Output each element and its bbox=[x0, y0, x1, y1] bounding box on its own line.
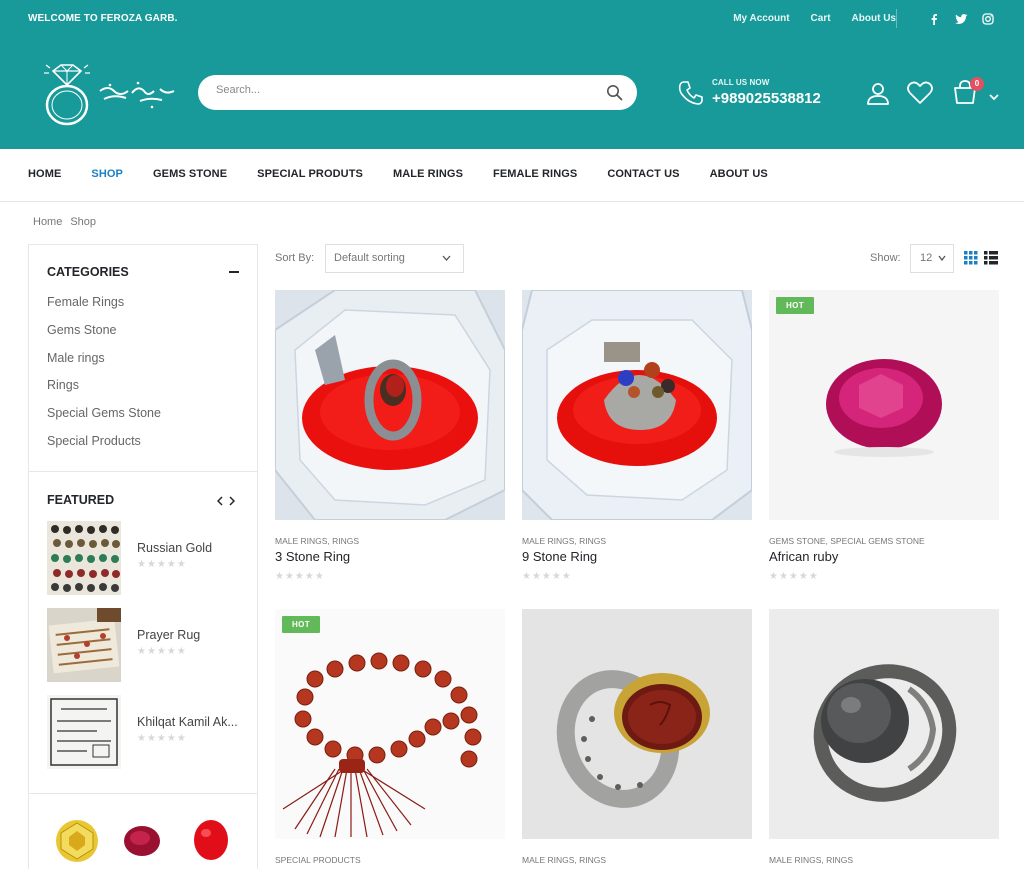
sidebar: CATEGORIES Female Rings Gems Stone Male … bbox=[28, 244, 258, 869]
featured-thumbnail[interactable] bbox=[47, 695, 121, 769]
category-special-gems-stone[interactable]: Special Gems Stone bbox=[47, 406, 161, 434]
category-special-products[interactable]: Special Products bbox=[47, 434, 161, 462]
category-female-rings[interactable]: Female Rings bbox=[47, 295, 161, 323]
nav-item-shop[interactable]: SHOP bbox=[91, 168, 123, 180]
product-name[interactable]: 3 Stone Ring bbox=[275, 549, 350, 564]
twitter-icon[interactable] bbox=[955, 12, 968, 25]
nav-item-special-products[interactable]: SPECIAL PRODUTS bbox=[257, 168, 363, 180]
hot-badge: HOT bbox=[776, 297, 815, 314]
nav-item-female-rings[interactable]: FEMALE RINGS bbox=[493, 168, 577, 180]
phone-number[interactable]: +989025538812 bbox=[712, 90, 821, 107]
phone-icon bbox=[678, 79, 706, 107]
category-list: Female Rings Gems Stone Male rings Rings… bbox=[47, 295, 161, 462]
cart-count-badge: 0 bbox=[970, 77, 984, 91]
product-categories[interactable]: MALE RINGS, RINGS bbox=[522, 855, 606, 865]
hot-badge: HOT bbox=[282, 616, 321, 633]
category-gems-stone[interactable]: Gems Stone bbox=[47, 323, 161, 351]
chevron-down-icon bbox=[442, 255, 451, 261]
rating-stars: ★★★★★ bbox=[137, 646, 187, 657]
featured-name[interactable]: Russian Gold bbox=[137, 541, 245, 555]
nav-item-contact-us[interactable]: CONTACT US bbox=[607, 168, 679, 180]
show-count-select[interactable]: 12 bbox=[910, 244, 954, 273]
show-count-value: 12 bbox=[920, 252, 933, 264]
main-nav: HOME SHOP GEMS STONE SPECIAL PRODUTS MAL… bbox=[0, 149, 1024, 202]
instagram-icon[interactable] bbox=[982, 12, 994, 25]
show-label: Show: bbox=[870, 252, 901, 264]
chevron-right-icon bbox=[229, 496, 236, 506]
search-input[interactable] bbox=[216, 84, 586, 96]
featured-title: FEATURED bbox=[47, 493, 115, 507]
nav-item-gems-stone[interactable]: GEMS STONE bbox=[153, 168, 227, 180]
product-image[interactable] bbox=[275, 290, 505, 520]
product-categories[interactable]: GEMS STONE, SPECIAL GEMS STONE bbox=[769, 536, 925, 546]
product-image[interactable]: HOT bbox=[275, 609, 505, 839]
nav-item-home[interactable]: HOME bbox=[28, 168, 61, 180]
featured-nav-arrows bbox=[216, 494, 236, 509]
yellow-gem-image[interactable] bbox=[55, 819, 99, 863]
product-categories[interactable]: MALE RINGS, RINGS bbox=[522, 536, 606, 546]
featured-name[interactable]: Khilqat Kamil Ak... bbox=[137, 715, 245, 729]
sort-select-value: Default sorting bbox=[334, 252, 405, 264]
user-icon[interactable] bbox=[866, 81, 890, 105]
product-name[interactable]: African ruby bbox=[769, 549, 838, 564]
rating-stars: ★★★★★ bbox=[137, 733, 187, 744]
product-image[interactable] bbox=[769, 609, 999, 839]
about-us-link[interactable]: About Us bbox=[852, 13, 896, 24]
top-links: My Account Cart About Us bbox=[733, 13, 896, 24]
featured-item[interactable]: Khilqat Kamil Ak... ★★★★★ bbox=[47, 695, 247, 769]
call-us-label: CALL US NOW bbox=[712, 78, 770, 87]
search-icon[interactable] bbox=[606, 84, 623, 101]
category-rings[interactable]: Rings bbox=[47, 378, 161, 406]
product-image[interactable]: HOT bbox=[769, 290, 999, 520]
product-image[interactable] bbox=[522, 290, 752, 520]
nav-item-about-us[interactable]: ABOUT US bbox=[710, 168, 768, 180]
breadcrumb-home[interactable]: Home bbox=[33, 216, 62, 228]
ruby-gem-image[interactable] bbox=[123, 825, 161, 857]
divider bbox=[896, 9, 897, 28]
sort-select[interactable]: Default sorting bbox=[325, 244, 464, 273]
chevron-down-icon bbox=[938, 255, 946, 261]
product-image[interactable] bbox=[522, 609, 752, 839]
chevron-down-icon[interactable] bbox=[989, 88, 999, 101]
header: CALL US NOW +989025538812 0 bbox=[0, 37, 1024, 149]
sort-by-label: Sort By: bbox=[275, 252, 315, 264]
featured-thumbnail[interactable] bbox=[47, 521, 121, 595]
product-categories[interactable]: SPECIAL PRODUCTS bbox=[275, 855, 361, 865]
chevron-left-icon bbox=[216, 496, 223, 506]
my-account-link[interactable]: My Account bbox=[733, 13, 789, 24]
featured-name[interactable]: Prayer Rug bbox=[137, 628, 245, 642]
rating-stars: ★★★★★ bbox=[137, 559, 187, 570]
welcome-text: WELCOME TO FEROZA GARB. bbox=[28, 13, 178, 24]
product-categories[interactable]: MALE RINGS, RINGS bbox=[275, 536, 359, 546]
featured-item[interactable]: Russian Gold ★★★★★ bbox=[47, 521, 247, 595]
category-male-rings[interactable]: Male rings bbox=[47, 351, 161, 379]
wishlist-heart-icon[interactable] bbox=[907, 81, 933, 105]
featured-item[interactable]: Prayer Rug ★★★★★ bbox=[47, 608, 247, 682]
list-view-icon[interactable] bbox=[984, 251, 998, 265]
divider bbox=[29, 471, 257, 472]
divider bbox=[29, 793, 257, 794]
top-bar: WELCOME TO FEROZA GARB. My Account Cart … bbox=[0, 0, 1024, 37]
cart-link[interactable]: Cart bbox=[811, 13, 831, 24]
product-categories[interactable]: MALE RINGS, RINGS bbox=[769, 855, 853, 865]
categories-title: CATEGORIES bbox=[47, 265, 129, 279]
rating-stars: ★★★★★ bbox=[769, 571, 819, 582]
facebook-icon[interactable] bbox=[928, 12, 940, 25]
red-coral-gem-image[interactable] bbox=[193, 819, 229, 861]
collapse-minus-icon[interactable] bbox=[229, 271, 239, 273]
rating-stars: ★★★★★ bbox=[275, 571, 325, 582]
grid-view-icon[interactable] bbox=[964, 251, 978, 265]
site-logo[interactable] bbox=[40, 61, 180, 127]
rating-stars: ★★★★★ bbox=[522, 571, 572, 582]
search-bar bbox=[198, 75, 637, 110]
product-name[interactable]: 9 Stone Ring bbox=[522, 549, 597, 564]
breadcrumb: Home Shop bbox=[33, 216, 96, 228]
breadcrumb-shop: Shop bbox=[70, 216, 97, 228]
nav-item-male-rings[interactable]: MALE RINGS bbox=[393, 168, 463, 180]
featured-thumbnail[interactable] bbox=[47, 608, 121, 682]
social-links bbox=[928, 12, 994, 25]
